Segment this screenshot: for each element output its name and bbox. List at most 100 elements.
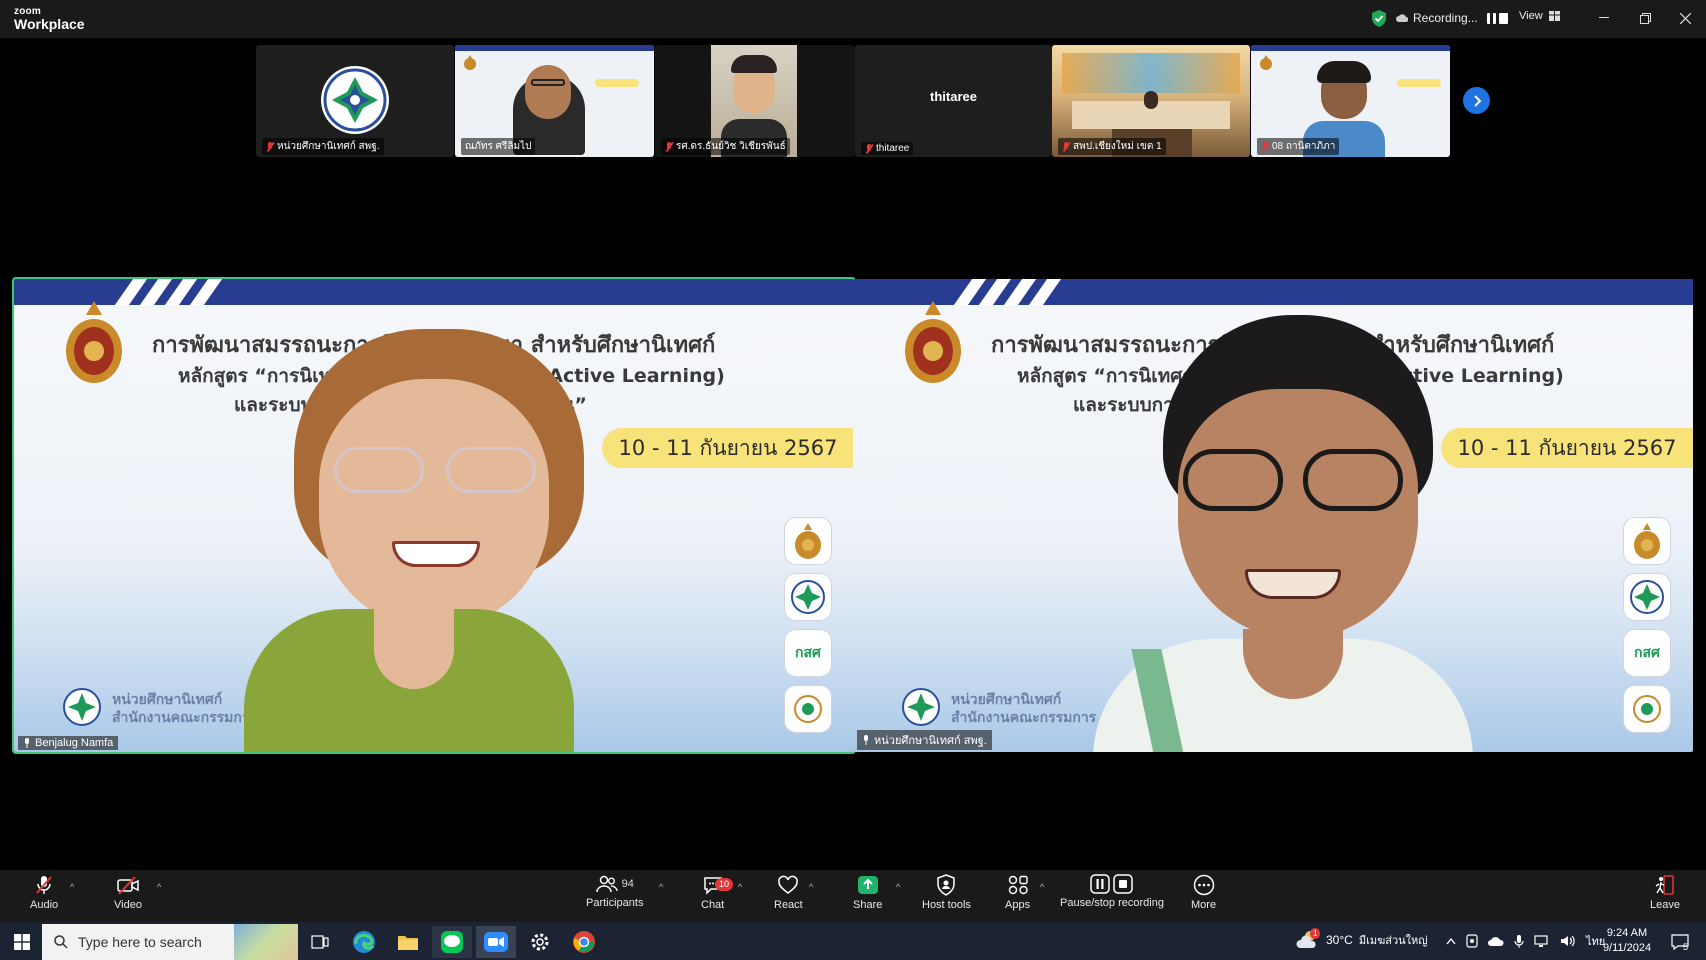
meeting-toolbar: Audio ^ Video ^ 94 Participants ^ Chat 1…	[0, 870, 1706, 922]
participant-name: สพป.เชียงใหม่ เขต 1	[1058, 138, 1166, 155]
settings-app-button[interactable]	[520, 926, 560, 958]
microphone-icon[interactable]	[1514, 934, 1524, 948]
network-icon[interactable]	[1534, 934, 1550, 948]
windows-start-button[interactable]	[2, 926, 42, 958]
more-button[interactable]: More	[1191, 874, 1216, 920]
device-icon[interactable]	[1466, 934, 1478, 948]
gallery-tile[interactable]: รศ.ดร.ธันย์วิช วิเชียรพันธ์	[655, 45, 855, 157]
ssn-logo-icon	[1630, 580, 1664, 614]
clock-date: 9/11/2024	[1602, 942, 1652, 954]
pause-stop-recording-button[interactable]: Pause/stop recording	[1060, 874, 1164, 920]
share-options-caret[interactable]: ^	[896, 882, 900, 892]
video-button[interactable]: Video	[114, 874, 142, 920]
video-options-caret[interactable]: ^	[157, 882, 161, 892]
volume-icon[interactable]	[1560, 934, 1576, 948]
restore-icon	[1639, 12, 1651, 24]
chat-options-caret[interactable]: ^	[738, 882, 742, 892]
ssn-logo-icon	[902, 688, 940, 726]
participants-options-caret[interactable]: ^	[659, 882, 663, 892]
task-view-icon	[311, 935, 329, 949]
video-label: Video	[114, 899, 142, 911]
gallery-tile[interactable]: 08 ถานิตาภิภา	[1251, 45, 1450, 157]
more-icon	[1193, 874, 1214, 896]
room-person	[1144, 91, 1158, 109]
participants-icon	[595, 875, 618, 893]
eef-badge: กสศ	[784, 629, 832, 677]
shield-icon	[937, 874, 956, 896]
edge-app-button[interactable]	[344, 926, 384, 958]
recording-indicator[interactable]: Recording...	[1396, 11, 1508, 25]
close-icon	[1679, 12, 1691, 24]
gear-icon	[531, 933, 549, 951]
line-app-button[interactable]	[432, 926, 472, 958]
zoom-app-button[interactable]	[476, 926, 516, 958]
leave-button[interactable]: Leave	[1650, 874, 1680, 920]
weather-temp: 30°C	[1326, 933, 1353, 947]
share-screen-icon	[857, 876, 878, 894]
slide-org-line2: สำนักงานคณะกรรมการ	[112, 710, 258, 726]
participant-face	[525, 65, 571, 119]
chrome-app-button[interactable]	[564, 926, 604, 958]
gallery-tile[interactable]: สพป.เชียงใหม่ เขต 1	[1052, 45, 1250, 157]
weather-desc: มีเมฆส่วนใหญ่	[1358, 935, 1428, 947]
mic-muted-icon	[865, 143, 873, 154]
host-tools-button[interactable]: Host tools	[922, 874, 971, 920]
slide-date: 10 - 11 กันยายน 2567	[602, 428, 854, 468]
emblem-icon	[905, 301, 961, 383]
emblem-icon	[1634, 523, 1660, 559]
gallery-next-button[interactable]	[1463, 87, 1490, 114]
heart-icon	[778, 875, 799, 894]
apps-button[interactable]: Apps	[1005, 874, 1030, 920]
clock-time: 9:24 AM	[1606, 927, 1648, 939]
search-placeholder: Type here to search	[78, 934, 202, 950]
pin-icon	[864, 735, 868, 745]
react-options-caret[interactable]: ^	[809, 882, 813, 892]
share-button[interactable]: Share	[853, 874, 882, 920]
participant-name: thitaree	[861, 142, 914, 155]
main-video-speaker[interactable]: การพัฒนาสมรรถนะการนิเทศการศึกษา สำหรับศึ…	[12, 277, 856, 754]
leave-label: Leave	[1650, 899, 1680, 911]
minimize-button[interactable]	[1589, 8, 1619, 28]
security-shield-icon[interactable]	[1371, 10, 1387, 27]
stop-recording-icon[interactable]	[1498, 12, 1508, 24]
mic-muted-icon	[36, 876, 52, 894]
participant-name: รศ.ดร.ธันย์วิช วิเชียรพันธ์	[661, 138, 790, 155]
emblem-icon	[795, 523, 821, 559]
chevron-right-icon	[1473, 94, 1481, 107]
search-highlight-image	[234, 924, 298, 960]
participants-count: 94	[621, 878, 634, 890]
grid-view-icon	[1548, 11, 1560, 21]
mic-muted-icon	[266, 141, 274, 152]
pause-recording-icon[interactable]	[1486, 12, 1496, 24]
task-view-button[interactable]	[300, 926, 340, 958]
room-backdrop	[1062, 53, 1240, 93]
gallery-tile[interactable]: ณภัทร ศรีลิมไป	[455, 45, 654, 157]
clock[interactable]: 9:24 AM 9/11/2024	[1596, 926, 1658, 956]
gallery-tile[interactable]: หน่วยศึกษานิเทศก์ สพฐ.	[256, 45, 454, 157]
cloud-recording-icon	[1396, 14, 1408, 22]
host-smile	[1245, 569, 1341, 599]
apps-options-caret[interactable]: ^	[1040, 882, 1044, 892]
taskbar-search-box[interactable]: Type here to search	[42, 924, 298, 960]
chevron-up-icon[interactable]	[1446, 937, 1456, 945]
host-face	[1178, 389, 1418, 639]
audio-options-caret[interactable]: ^	[70, 882, 74, 892]
speaker-face	[319, 379, 549, 629]
file-explorer-button[interactable]	[388, 926, 428, 958]
main-video-host[interactable]: การพัฒนาสมรรถนะการนิเทศการศึกษา สำหรับศึ…	[853, 279, 1693, 752]
participant-name: ณภัทร ศรีลิมไป	[461, 138, 536, 155]
video-off-icon	[117, 876, 139, 895]
future-skill-badge	[1623, 685, 1671, 733]
audio-button[interactable]: Audio	[30, 874, 58, 920]
view-button[interactable]: View	[1519, 10, 1560, 22]
close-button[interactable]	[1670, 8, 1700, 28]
onedrive-icon[interactable]	[1488, 935, 1504, 947]
gallery-tile[interactable]: thitaree thitaree	[855, 45, 1052, 157]
react-button[interactable]: React	[774, 874, 803, 920]
restore-button[interactable]	[1630, 8, 1660, 28]
emblem-icon	[1260, 55, 1272, 70]
notification-center-button[interactable]: 5	[1666, 930, 1694, 954]
eef-badge-text: กสศ	[1634, 644, 1660, 660]
participants-button[interactable]: 94 Participants	[586, 874, 643, 920]
chat-label: Chat	[701, 899, 725, 911]
